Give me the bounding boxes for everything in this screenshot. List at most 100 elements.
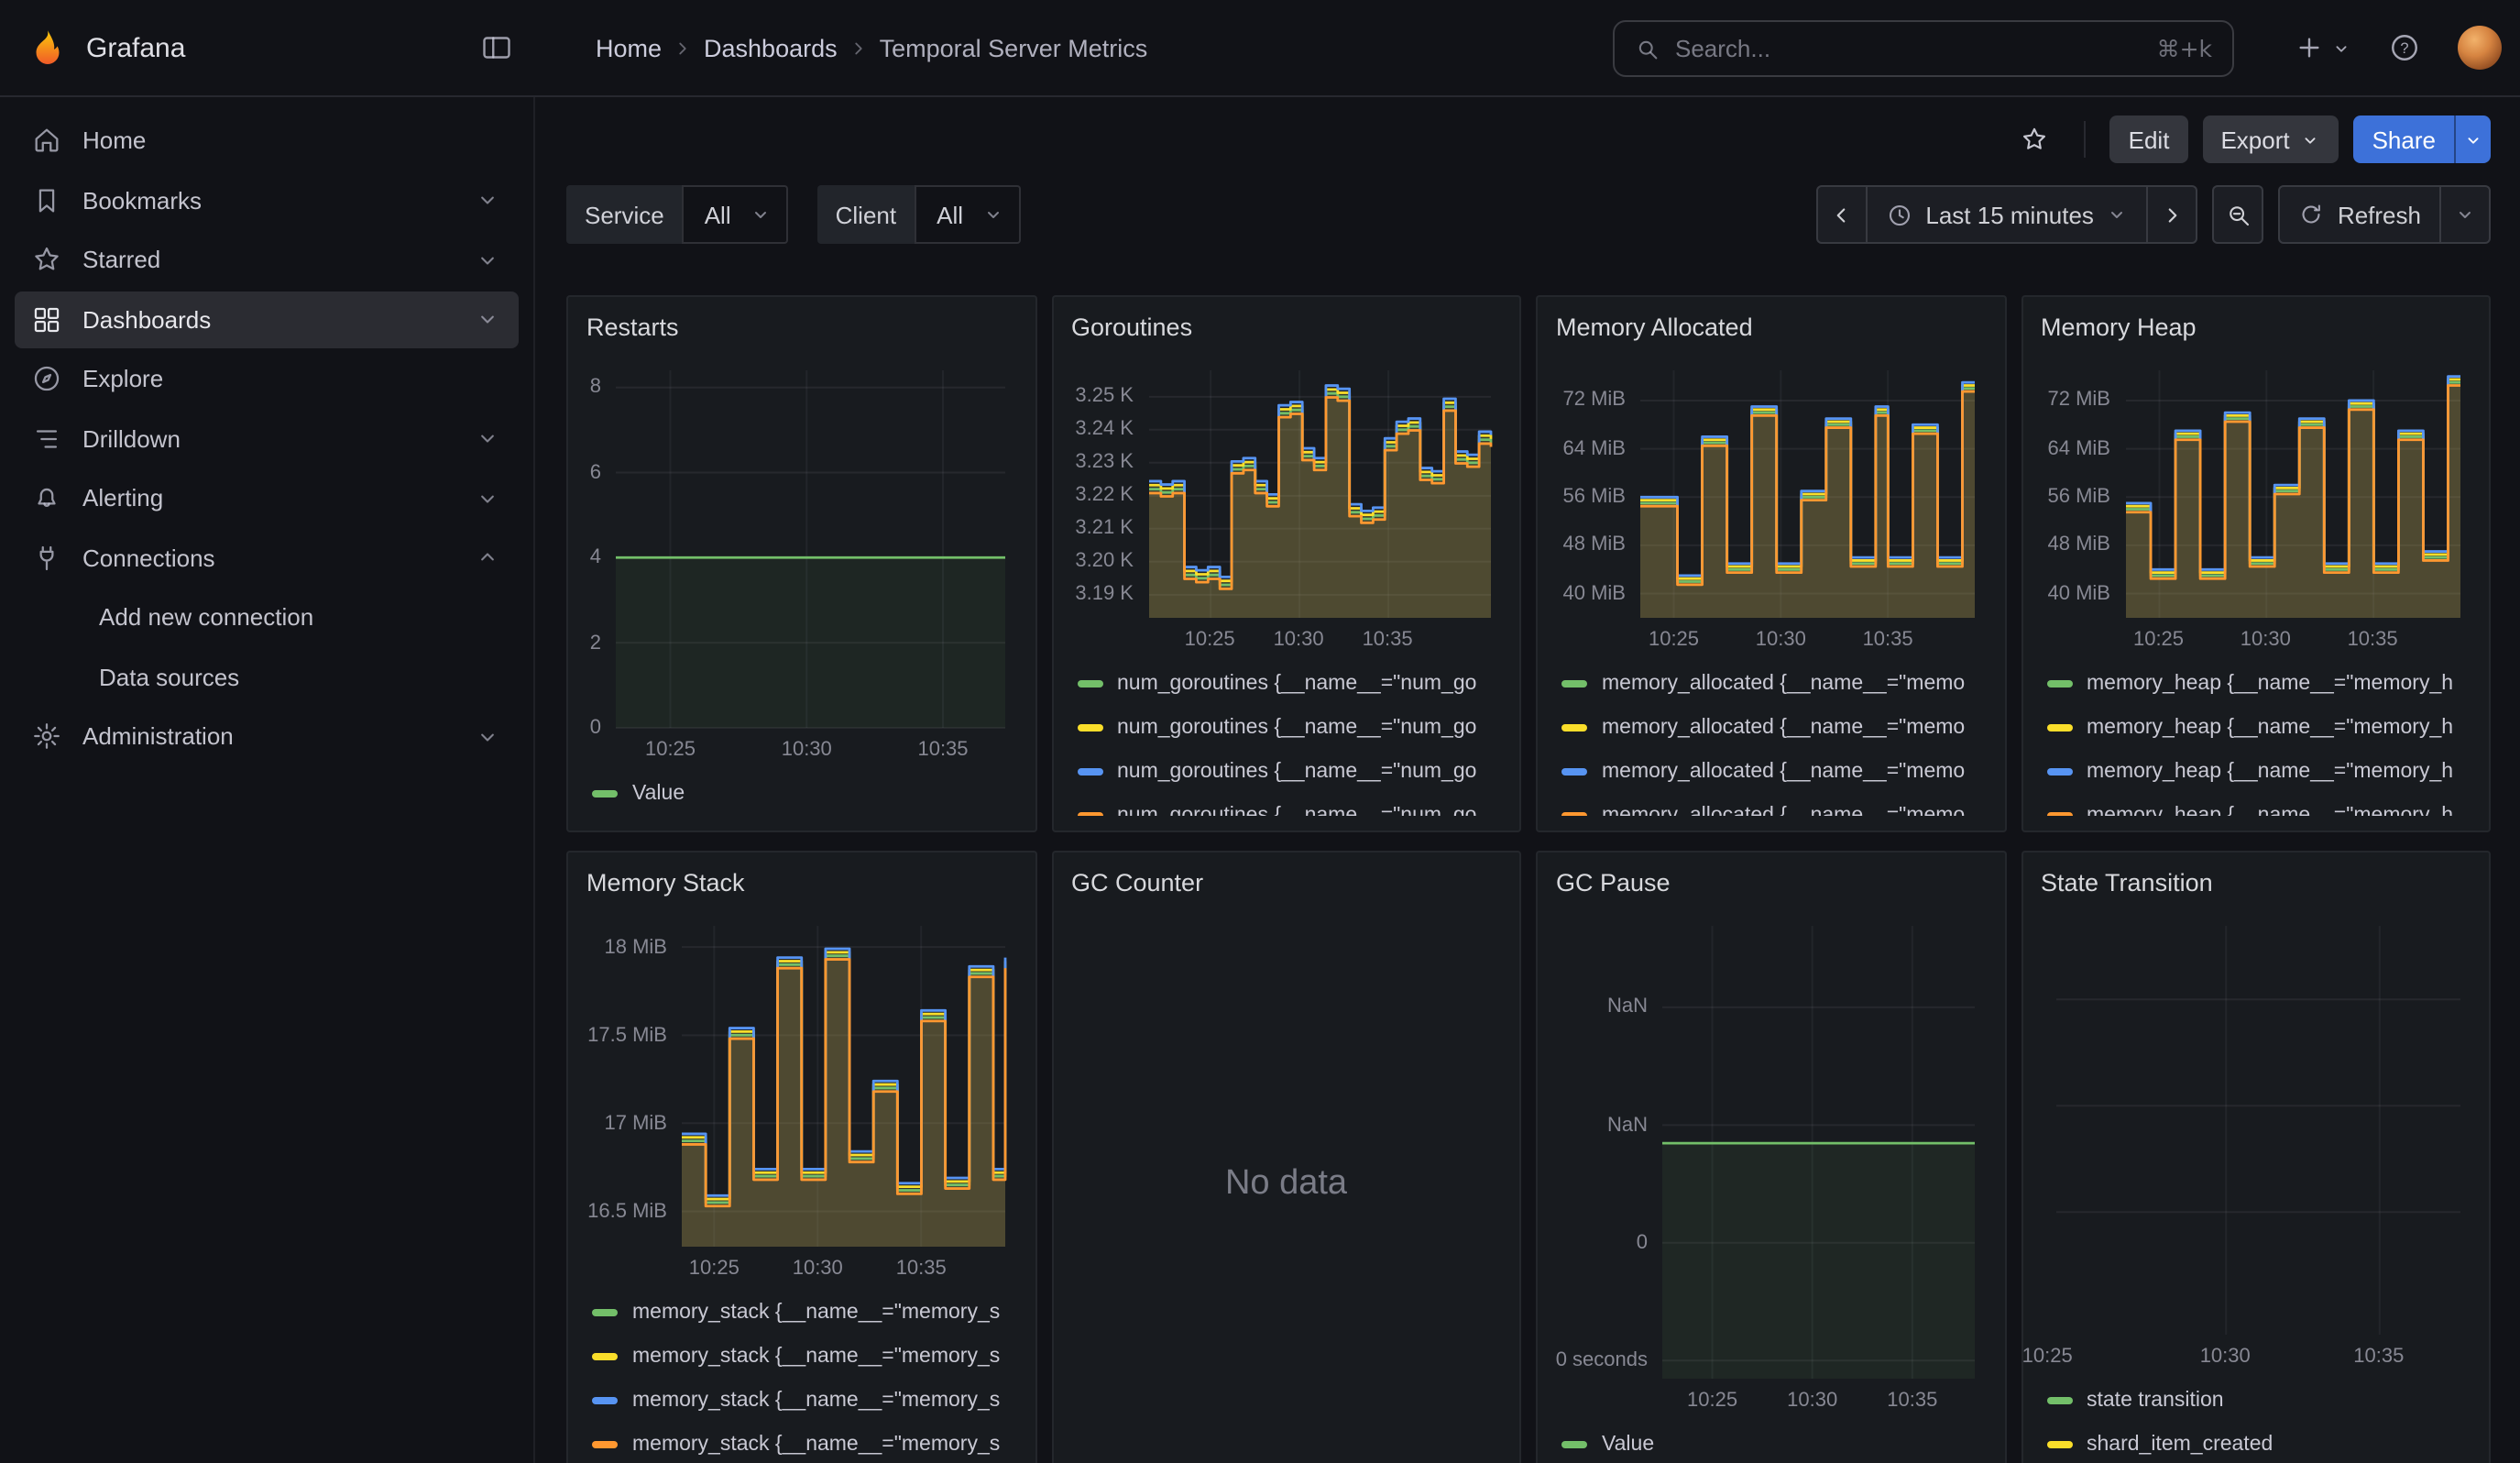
sidebar-item-bookmarks[interactable]: Bookmarks (15, 171, 519, 228)
y-axis-label: 0 (1637, 1232, 1648, 1254)
legend-item[interactable]: Value (592, 772, 1016, 816)
service-variable-select[interactable]: All (683, 185, 788, 244)
legend-item[interactable]: memory_stack {__name__="memory_s (592, 1291, 1016, 1335)
search-input[interactable]: Search... ⌘+k (1613, 20, 2234, 77)
client-variable-select[interactable]: All (915, 185, 1020, 244)
legend-series-label: Value (632, 783, 685, 805)
export-button[interactable]: Export (2202, 116, 2339, 163)
zoom-out-button[interactable] (2213, 185, 2264, 244)
x-axis-label: 10:25 (2133, 629, 2184, 651)
chevron-down-icon[interactable] (475, 187, 500, 213)
chevron-up-icon[interactable] (475, 544, 500, 570)
chart-plot[interactable]: 72 MiB64 MiB56 MiB48 MiB40 MiB (2125, 370, 2460, 618)
y-axis-label: 64 MiB (2048, 438, 2111, 460)
chevron-down-icon[interactable] (475, 306, 500, 332)
refresh-button[interactable]: Refresh (2279, 185, 2441, 244)
chart-plot[interactable]: 18 MiB17.5 MiB17 MiB16.5 MiB (682, 926, 1005, 1247)
panel-title[interactable]: Memory Heap (2041, 312, 2471, 345)
panel-title[interactable]: Restarts (586, 312, 1016, 345)
legend-series-label: num_goroutines {__name__="num_go (1117, 673, 1476, 695)
breadcrumb-home[interactable]: Home (596, 34, 662, 61)
time-range-back-button[interactable] (1815, 185, 1867, 244)
y-axis-label: NaN (1607, 996, 1648, 1018)
chart-plot[interactable]: 72 MiB64 MiB56 MiB48 MiB40 MiB (1640, 370, 1975, 618)
sidebar-item-add-new-connection[interactable]: Add new connection (15, 588, 519, 645)
legend-item[interactable]: memory_heap {__name__="memory_h (2046, 662, 2471, 706)
help-icon[interactable]: ? (2388, 31, 2421, 64)
sidebar-item-connections[interactable]: Connections (15, 529, 519, 586)
time-range-forward-button[interactable] (2147, 185, 2198, 244)
panel-title[interactable]: Goroutines (1071, 312, 1501, 345)
star-dashboard-button[interactable] (2010, 116, 2061, 163)
user-avatar[interactable] (2458, 26, 2502, 70)
chevron-down-icon[interactable] (475, 723, 500, 749)
y-axis-label: 56 MiB (2048, 486, 2111, 508)
chart-plot[interactable]: NaNNaN00 seconds (1662, 926, 1975, 1379)
sidebar-item-alerting[interactable]: Alerting (15, 469, 519, 526)
legend-series-label: memory_heap {__name__="memory_h (2087, 805, 2453, 816)
legend-item[interactable]: memory_allocated {__name__="memo (1561, 662, 1986, 706)
star-icon (31, 244, 62, 275)
sidebar-item-starred[interactable]: Starred (15, 231, 519, 288)
panel-title[interactable]: GC Counter (1071, 867, 1501, 900)
legend-item[interactable]: memory_heap {__name__="memory_h (2046, 750, 2471, 794)
sidebar-item-label: Add new connection (99, 603, 313, 631)
chart-plot[interactable]: 86420 (616, 370, 1005, 728)
chevron-down-icon[interactable] (475, 247, 500, 272)
panel-title[interactable]: Memory Allocated (1556, 312, 1986, 345)
panel-gc-counter: GC CounterNo data (1051, 851, 1521, 1463)
refresh-interval-dropdown[interactable] (2439, 185, 2491, 244)
sidebar-item-drilldown[interactable]: Drilldown (15, 410, 519, 467)
breadcrumb-dashboards[interactable]: Dashboards (704, 34, 838, 61)
chart-plot[interactable]: 3.25 K3.24 K3.23 K3.22 K3.21 K3.20 K3.19… (1148, 370, 1490, 618)
chart-legend: state transitionshard_item_created (2041, 1379, 2471, 1463)
y-axis-label: 48 MiB (1563, 534, 1627, 556)
legend-item[interactable]: memory_stack {__name__="memory_s (592, 1423, 1016, 1463)
y-axis-label: 48 MiB (2048, 534, 2111, 556)
chevron-down-icon[interactable] (475, 425, 500, 451)
legend-item[interactable]: memory_allocated {__name__="memo (1561, 706, 1986, 750)
legend-item[interactable]: memory_heap {__name__="memory_h (2046, 706, 2471, 750)
breadcrumb-current: Temporal Server Metrics (880, 34, 1148, 61)
edit-button[interactable]: Edit (2110, 116, 2188, 163)
sidebar-toggle-icon[interactable] (480, 31, 513, 64)
time-range-label: Last 15 minutes (1925, 201, 2094, 228)
sidebar-item-data-sources[interactable]: Data sources (15, 648, 519, 705)
share-dropdown-button[interactable] (2454, 116, 2491, 163)
legend-item[interactable]: memory_stack {__name__="memory_s (592, 1335, 1016, 1379)
legend-item[interactable]: memory_allocated {__name__="memo (1561, 750, 1986, 794)
panel-title[interactable]: GC Pause (1556, 867, 1986, 900)
sidebar-item-home[interactable]: Home (15, 112, 519, 169)
search-shortcut: ⌘+k (2157, 35, 2212, 62)
legend-item[interactable]: shard_item_created (2046, 1423, 2471, 1463)
share-button[interactable]: Share (2354, 116, 2454, 163)
legend-item[interactable]: num_goroutines {__name__="num_go (1077, 706, 1501, 750)
chevron-down-icon[interactable] (475, 485, 500, 511)
time-range-picker[interactable]: Last 15 minutes (1865, 185, 2149, 244)
grafana-logo[interactable] (27, 28, 68, 68)
legend-item[interactable]: num_goroutines {__name__="num_go (1077, 794, 1501, 816)
legend-item[interactable]: state transition (2046, 1379, 2471, 1423)
y-axis-label: 8 (590, 377, 601, 399)
legend-item[interactable]: memory_heap {__name__="memory_h (2046, 794, 2471, 816)
panel-title[interactable]: State Transition (2041, 867, 2471, 900)
sidebar-item-label: Dashboards (82, 305, 211, 333)
panel-title[interactable]: Memory Stack (586, 867, 1016, 900)
chevron-right-icon (2161, 203, 2185, 226)
variable-filters: Service All Client All (566, 185, 1020, 244)
y-axis-label: 72 MiB (1563, 390, 1627, 412)
legend-item[interactable]: num_goroutines {__name__="num_go (1077, 662, 1501, 706)
chart-plot[interactable] (2055, 926, 2460, 1335)
legend-item[interactable]: memory_stack {__name__="memory_s (592, 1379, 1016, 1423)
x-axis-label: 10:30 (2200, 1346, 2251, 1368)
legend-item[interactable]: memory_allocated {__name__="memo (1561, 794, 1986, 816)
legend-series-color (592, 790, 618, 798)
sidebar-item-dashboards[interactable]: Dashboards (15, 291, 519, 347)
new-button[interactable] (2295, 33, 2351, 62)
legend-item[interactable]: num_goroutines {__name__="num_go (1077, 750, 1501, 794)
legend-item[interactable]: Value (1561, 1423, 1986, 1463)
panel-memory-stack: Memory Stack 18 MiB17.5 MiB17 MiB16.5 MiB… (566, 851, 1036, 1463)
x-axis-label: 10:35 (1887, 1390, 1937, 1412)
sidebar-item-explore[interactable]: Explore (15, 350, 519, 407)
sidebar-item-administration[interactable]: Administration (15, 708, 519, 764)
